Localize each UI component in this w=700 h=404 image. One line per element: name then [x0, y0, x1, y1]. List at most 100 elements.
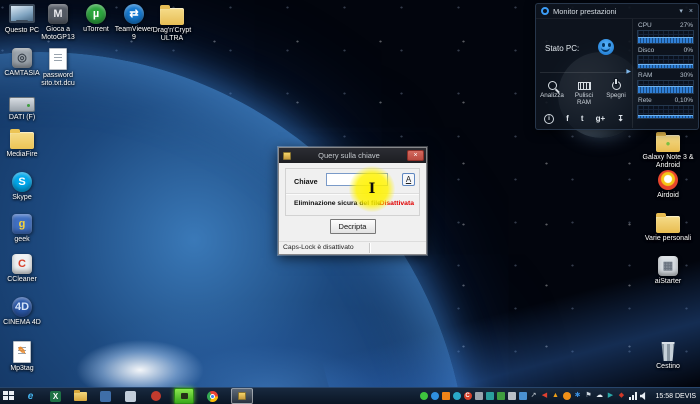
icon-label: aiStarter [642, 278, 694, 286]
tray-send-app[interactable]: ↗ [530, 392, 538, 400]
taskbar-app-file-explorer[interactable] [74, 390, 87, 403]
ram-value: 30% [680, 72, 693, 79]
desktop-icon-skype[interactable]: SSkype [0, 172, 44, 202]
desktop-icon-dati-f[interactable]: DATI (F) [0, 92, 44, 122]
taskbar-app-camstudio-active[interactable] [174, 388, 194, 404]
excel-icon: X [50, 391, 61, 402]
tray-network-globe[interactable] [453, 392, 461, 400]
dialog-close-button[interactable]: × [407, 150, 424, 161]
tray-green-app[interactable] [497, 392, 505, 400]
tray-update-app[interactable]: ▲ [552, 392, 560, 400]
utorrent-glyph: µ [93, 9, 99, 20]
mediafire-icon [10, 132, 34, 149]
taskbar-app-recorder-red[interactable] [149, 390, 162, 403]
taskbar-app-excel[interactable]: X [49, 390, 62, 403]
tray-flag-app[interactable]: ⚑ [585, 392, 593, 400]
desktop-icon-cestino[interactable]: Cestino [642, 342, 694, 371]
widget-logo-icon [541, 7, 549, 15]
desktop-icon-mp3tag[interactable]: ✎Mp3tag [0, 341, 44, 373]
icon-label: geek [0, 236, 44, 244]
desktop-icon-password-sito-txt-dcu[interactable]: password sito.txt.dcu [36, 48, 80, 88]
dialog-statusbar: Caps-Lock è disattivato [279, 241, 426, 254]
facebook-icon[interactable]: f [566, 114, 569, 124]
widget-button-pulisci-ram[interactable]: Pulisci RAM [568, 77, 600, 106]
widget-minimize-button[interactable]: ▾ [679, 7, 683, 15]
meter-cpu: CPU27% [637, 22, 694, 44]
google-plus-icon[interactable]: g+ [596, 114, 606, 124]
cpu-value: 27% [680, 22, 693, 29]
utorrent-icon: µ [86, 4, 106, 24]
tray-window-app[interactable] [519, 392, 527, 400]
chrome-icon [207, 391, 218, 402]
disco-value: 0% [684, 47, 693, 54]
start-button[interactable] [3, 391, 16, 402]
rete-bars [638, 115, 693, 118]
app-light-icon [125, 391, 136, 402]
dialog-titlebar[interactable]: Query sulla chiave × [279, 148, 426, 163]
widget-titlebar: Monitor prestazioni ▾ × [536, 4, 698, 19]
geek-glyph: g [19, 219, 26, 230]
desktop-icon-airdoid[interactable]: Airdoid [642, 170, 694, 200]
icon-label: password sito.txt.dcu [36, 72, 80, 88]
tray-volume[interactable] [640, 392, 648, 400]
desktop-icon-varie-personali[interactable]: Varie personali [642, 212, 694, 243]
icon-label: Airdoid [642, 192, 694, 200]
icon-label: Cestino [642, 363, 694, 371]
tray-star-app[interactable]: ✱ [574, 392, 582, 400]
icon-label: MediaFire [0, 151, 44, 159]
widget-button-spegni[interactable]: Spegni [600, 77, 632, 106]
pulisci-ram-label: Pulisci RAM [568, 92, 600, 106]
clock-time: 15:58 [656, 393, 674, 400]
widget-button-analizza[interactable]: Analizza [536, 77, 568, 106]
tray-orange-dot[interactable] [563, 392, 571, 400]
taskbar-app-app-light[interactable] [124, 390, 137, 403]
taskbar-app-internet-explorer[interactable]: e [24, 390, 37, 403]
tray-ccleaner-tray[interactable]: C [464, 392, 472, 400]
tray-skype-tray[interactable] [431, 392, 439, 400]
teamviewer-9-icon: ⇄ [124, 4, 144, 24]
tray-media-app[interactable]: ◀ [541, 392, 549, 400]
desktop-icon-ccleaner[interactable]: CCCleaner [0, 254, 44, 284]
desktop-icon-aistarter[interactable]: ▦aiStarter [642, 256, 694, 286]
key-input[interactable] [326, 173, 388, 186]
skype-glyph: S [18, 177, 25, 188]
ram-label: RAM [638, 72, 652, 79]
taskbar-app-app-blue[interactable] [99, 390, 112, 403]
widget-buttons: AnalizzaPulisci RAMSpegni [536, 77, 632, 106]
desktop-icon-geek[interactable]: g geek [0, 214, 44, 244]
desktop-icon-mediafire[interactable]: MediaFire [0, 128, 44, 159]
watermark-text: DEVIS [675, 393, 696, 400]
tray-reader-app[interactable] [508, 392, 516, 400]
widget-close-button[interactable]: × [689, 8, 693, 15]
tray-play-app[interactable]: ▶ [607, 392, 615, 400]
info-icon[interactable]: i [544, 114, 554, 124]
widget-social-row: i f t g+ ↧ [544, 114, 624, 124]
char-map-button[interactable]: A [402, 173, 415, 186]
spegni-label: Spegni [600, 92, 632, 99]
desktop-icon-gioca-a-motogp13[interactable]: MGioca a MotoGP13 [36, 4, 80, 42]
analizza-label: Analizza [536, 92, 568, 99]
taskbar-clock[interactable]: 15:58 DEVIS [656, 393, 697, 400]
tray-gray-app[interactable] [475, 392, 483, 400]
icon-label: Mp3tag [0, 365, 44, 373]
decrypt-button[interactable]: Decripta [330, 219, 376, 234]
tray-cloud-app[interactable]: ☁ [596, 392, 604, 400]
taskbar-app-chrome[interactable] [206, 390, 219, 403]
desktop-icon-utorrent[interactable]: µuTorrent [76, 4, 116, 34]
varie-personali-icon [656, 216, 680, 233]
download-icon[interactable]: ↧ [617, 114, 624, 124]
desktop-icon-cinema-4d[interactable]: 4DCINEMA 4D [0, 297, 44, 327]
taskbar: e X C ↗◀▲ ✱⚑☁▶◆ 15:58 DEVIS [0, 387, 700, 404]
tray-monitor-app[interactable] [486, 392, 494, 400]
desktop-icon-galaxy-note-3-android[interactable]: ●Galaxy Note 3 & Android [642, 131, 694, 170]
twitter-icon[interactable]: t [581, 114, 584, 124]
expand-arrow-icon[interactable]: ▶ [626, 68, 631, 75]
secure-delete-label: Eliminazione sicura del file [294, 200, 381, 207]
tray-alert-app[interactable]: ◆ [618, 392, 626, 400]
camstudio-active-icon [181, 393, 188, 399]
desktop-icon-dragncrypt-ultra[interactable]: Drag'n'Crypt ULTRA [148, 4, 196, 43]
tray-grid-app[interactable] [442, 392, 450, 400]
tray-green-dot[interactable] [420, 392, 428, 400]
tray-network[interactable] [629, 392, 637, 400]
taskbar-app-dragncrypt-taskbar[interactable] [231, 388, 253, 404]
